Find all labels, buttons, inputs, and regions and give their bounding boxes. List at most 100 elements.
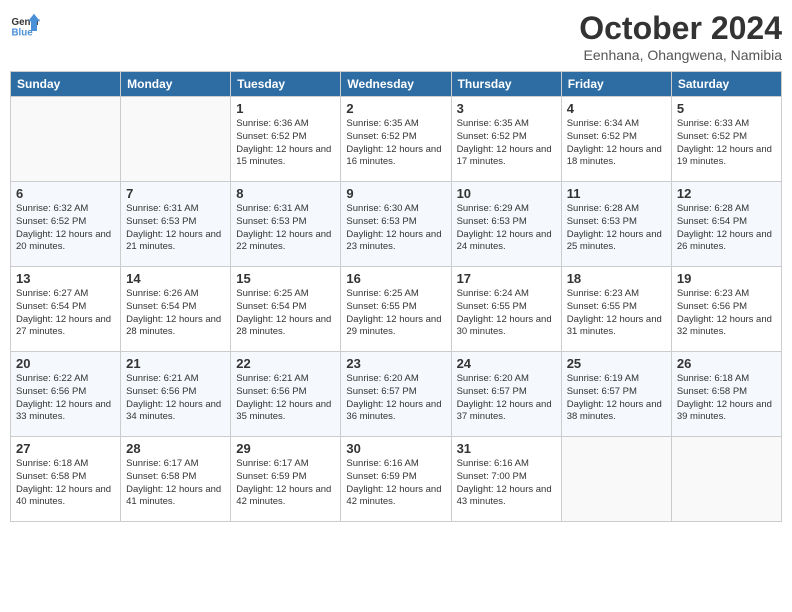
day-number: 10 — [457, 186, 556, 201]
day-info: Sunrise: 6:35 AM Sunset: 6:52 PM Dayligh… — [457, 118, 556, 169]
day-info: Sunrise: 6:22 AM Sunset: 6:56 PM Dayligh… — [16, 373, 115, 424]
day-info: Sunrise: 6:18 AM Sunset: 6:58 PM Dayligh… — [677, 373, 776, 424]
calendar-cell: 30Sunrise: 6:16 AM Sunset: 6:59 PM Dayli… — [341, 437, 451, 522]
calendar-cell — [671, 437, 781, 522]
day-number: 1 — [236, 101, 335, 116]
calendar-cell: 15Sunrise: 6:25 AM Sunset: 6:54 PM Dayli… — [231, 267, 341, 352]
calendar-cell: 7Sunrise: 6:31 AM Sunset: 6:53 PM Daylig… — [121, 182, 231, 267]
calendar-cell: 17 Sunrise: 6:24 AM Sunset: 6:55 PM Dayli… — [451, 267, 561, 352]
day-info: Sunrise: 6:24 AM Sunset: 6:55 PM Dayligh… — [457, 288, 556, 339]
day-number: 12 — [677, 186, 776, 201]
day-number: 29 — [236, 441, 335, 456]
day-info: Sunrise: 6:33 AM Sunset: 6:52 PM Dayligh… — [677, 118, 776, 169]
day-number: 5 — [677, 101, 776, 116]
calendar-week-3: 13Sunrise: 6:27 AM Sunset: 6:54 PM Dayli… — [11, 267, 782, 352]
day-number: 11 — [567, 186, 666, 201]
calendar-cell: 24Sunrise: 6:20 AM Sunset: 6:57 PM Dayli… — [451, 352, 561, 437]
day-info: Sunrise: 6:32 AM Sunset: 6:52 PM Dayligh… — [16, 203, 115, 254]
calendar-cell: 19 Sunrise: 6:23 AM Sunset: 6:56 PM Dayli… — [671, 267, 781, 352]
calendar-cell: 26 Sunrise: 6:18 AM Sunset: 6:58 PM Dayli… — [671, 352, 781, 437]
logo-icon: General Blue — [10, 10, 40, 40]
calendar-cell: 25 Sunrise: 6:19 AM Sunset: 6:57 PM Dayli… — [561, 352, 671, 437]
day-info: Sunrise: 6:17 AM Sunset: 6:59 PM Dayligh… — [236, 458, 335, 509]
calendar-cell: 28Sunrise: 6:17 AM Sunset: 6:58 PM Dayli… — [121, 437, 231, 522]
day-number: 14 — [126, 271, 225, 286]
day-header-wednesday: Wednesday — [341, 72, 451, 97]
day-header-sunday: Sunday — [11, 72, 121, 97]
day-header-thursday: Thursday — [451, 72, 561, 97]
day-info: Sunrise: 6:30 AM Sunset: 6:53 PM Dayligh… — [346, 203, 445, 254]
calendar-cell: 11 Sunrise: 6:28 AM Sunset: 6:53 PM Dayli… — [561, 182, 671, 267]
day-info: Sunrise: 6:16 AM Sunset: 7:00 PM Dayligh… — [457, 458, 556, 509]
calendar-cell: 13Sunrise: 6:27 AM Sunset: 6:54 PM Dayli… — [11, 267, 121, 352]
day-info: Sunrise: 6:36 AM Sunset: 6:52 PM Dayligh… — [236, 118, 335, 169]
calendar-cell: 29 Sunrise: 6:17 AM Sunset: 6:59 PM Dayli… — [231, 437, 341, 522]
day-info: Sunrise: 6:19 AM Sunset: 6:57 PM Dayligh… — [567, 373, 666, 424]
day-info: Sunrise: 6:31 AM Sunset: 6:53 PM Dayligh… — [236, 203, 335, 254]
day-number: 27 — [16, 441, 115, 456]
day-header-saturday: Saturday — [671, 72, 781, 97]
day-number: 22 — [236, 356, 335, 371]
calendar-cell: 23 Sunrise: 6:20 AM Sunset: 6:57 PM Dayli… — [341, 352, 451, 437]
day-number: 30 — [346, 441, 445, 456]
calendar-cell: 8Sunrise: 6:31 AM Sunset: 6:53 PM Daylig… — [231, 182, 341, 267]
day-number: 17 — [457, 271, 556, 286]
day-number: 15 — [236, 271, 335, 286]
day-info: Sunrise: 6:28 AM Sunset: 6:54 PM Dayligh… — [677, 203, 776, 254]
day-info: Sunrise: 6:21 AM Sunset: 6:56 PM Dayligh… — [126, 373, 225, 424]
day-info: Sunrise: 6:21 AM Sunset: 6:56 PM Dayligh… — [236, 373, 335, 424]
calendar-week-2: 6 Sunrise: 6:32 AM Sunset: 6:52 PM Daylig… — [11, 182, 782, 267]
calendar-cell: 9 Sunrise: 6:30 AM Sunset: 6:53 PM Daylig… — [341, 182, 451, 267]
day-number: 19 — [677, 271, 776, 286]
day-number: 7 — [126, 186, 225, 201]
calendar-cell: 14Sunrise: 6:26 AM Sunset: 6:54 PM Dayli… — [121, 267, 231, 352]
day-number: 6 — [16, 186, 115, 201]
day-number: 9 — [346, 186, 445, 201]
calendar-table: SundayMondayTuesdayWednesdayThursdayFrid… — [10, 71, 782, 522]
day-info: Sunrise: 6:20 AM Sunset: 6:57 PM Dayligh… — [346, 373, 445, 424]
day-header-tuesday: Tuesday — [231, 72, 341, 97]
calendar-body: 1 Sunrise: 6:36 AM Sunset: 6:52 PM Daylig… — [11, 97, 782, 522]
day-info: Sunrise: 6:20 AM Sunset: 6:57 PM Dayligh… — [457, 373, 556, 424]
calendar-cell: 2Sunrise: 6:35 AM Sunset: 6:52 PM Daylig… — [341, 97, 451, 182]
day-number: 13 — [16, 271, 115, 286]
calendar-cell — [11, 97, 121, 182]
calendar-cell: 21 Sunrise: 6:21 AM Sunset: 6:56 PM Dayli… — [121, 352, 231, 437]
day-info: Sunrise: 6:29 AM Sunset: 6:53 PM Dayligh… — [457, 203, 556, 254]
day-number: 4 — [567, 101, 666, 116]
day-info: Sunrise: 6:23 AM Sunset: 6:56 PM Dayligh… — [677, 288, 776, 339]
calendar-cell: 20 Sunrise: 6:22 AM Sunset: 6:56 PM Dayli… — [11, 352, 121, 437]
day-info: Sunrise: 6:17 AM Sunset: 6:58 PM Dayligh… — [126, 458, 225, 509]
day-number: 3 — [457, 101, 556, 116]
day-number: 23 — [346, 356, 445, 371]
calendar-cell: 31 Sunrise: 6:16 AM Sunset: 7:00 PM Dayli… — [451, 437, 561, 522]
calendar-cell: 4 Sunrise: 6:34 AM Sunset: 6:52 PM Daylig… — [561, 97, 671, 182]
day-info: Sunrise: 6:25 AM Sunset: 6:55 PM Dayligh… — [346, 288, 445, 339]
calendar-week-5: 27 Sunrise: 6:18 AM Sunset: 6:58 PM Dayli… — [11, 437, 782, 522]
logo: General Blue — [10, 10, 40, 40]
calendar-week-4: 20 Sunrise: 6:22 AM Sunset: 6:56 PM Dayli… — [11, 352, 782, 437]
svg-text:Blue: Blue — [12, 28, 34, 39]
title-block: October 2024 Eenhana, Ohangwena, Namibia — [579, 10, 782, 63]
day-info: Sunrise: 6:23 AM Sunset: 6:55 PM Dayligh… — [567, 288, 666, 339]
day-info: Sunrise: 6:34 AM Sunset: 6:52 PM Dayligh… — [567, 118, 666, 169]
day-info: Sunrise: 6:28 AM Sunset: 6:53 PM Dayligh… — [567, 203, 666, 254]
calendar-cell: 6 Sunrise: 6:32 AM Sunset: 6:52 PM Daylig… — [11, 182, 121, 267]
calendar-cell: 3 Sunrise: 6:35 AM Sunset: 6:52 PM Daylig… — [451, 97, 561, 182]
day-info: Sunrise: 6:18 AM Sunset: 6:58 PM Dayligh… — [16, 458, 115, 509]
day-number: 21 — [126, 356, 225, 371]
day-header-monday: Monday — [121, 72, 231, 97]
month-title: October 2024 — [579, 10, 782, 47]
calendar-cell: 22 Sunrise: 6:21 AM Sunset: 6:56 PM Dayli… — [231, 352, 341, 437]
day-number: 31 — [457, 441, 556, 456]
day-number: 20 — [16, 356, 115, 371]
calendar-week-1: 1 Sunrise: 6:36 AM Sunset: 6:52 PM Daylig… — [11, 97, 782, 182]
day-number: 18 — [567, 271, 666, 286]
day-header-friday: Friday — [561, 72, 671, 97]
calendar-cell: 16 Sunrise: 6:25 AM Sunset: 6:55 PM Dayli… — [341, 267, 451, 352]
day-info: Sunrise: 6:35 AM Sunset: 6:52 PM Dayligh… — [346, 118, 445, 169]
day-number: 25 — [567, 356, 666, 371]
day-number: 26 — [677, 356, 776, 371]
calendar-header-row: SundayMondayTuesdayWednesdayThursdayFrid… — [11, 72, 782, 97]
day-number: 16 — [346, 271, 445, 286]
